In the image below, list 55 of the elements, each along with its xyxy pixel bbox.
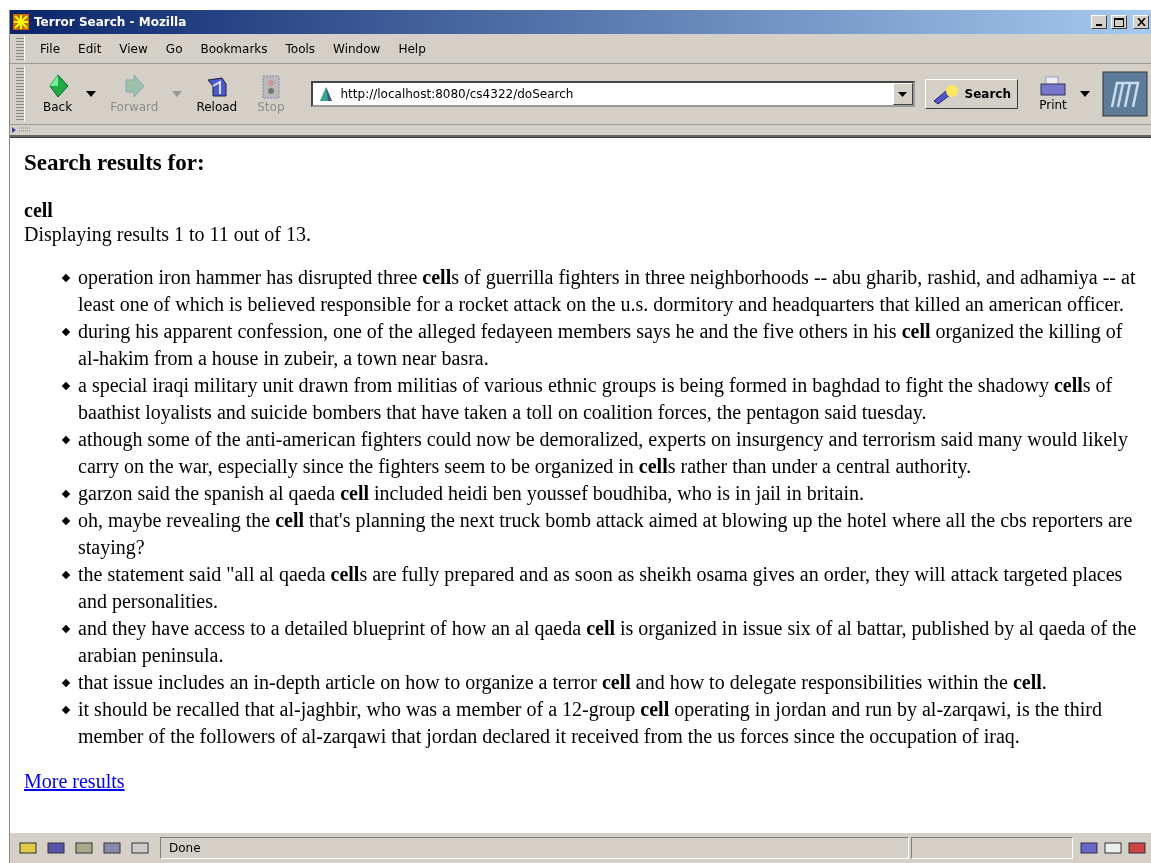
results-summary: Displaying results 1 to 11 out of 13. — [24, 222, 313, 246]
result-text: operation iron hammer has disrupted three cells of guerrilla fighters in three neighborhoods -- abu gharib, rashid, and adhamiya -- at least one of which is believed responsible for a rocket attack on the u.s. dormitory and headquarters that killed an american officer. — [78, 266, 1136, 315]
close-icon — [1136, 18, 1146, 26]
close-button[interactable] — [1133, 15, 1149, 29]
result-text: a special iraqi military unit drawn from militias of various ethnic groups is being formed in baghdad to fight the shadowy cells of baathist loyalists and suicide bombers that have taken a toll on coalition forces, the pentagon said tuesday. — [78, 374, 1113, 423]
reload-icon — [204, 74, 229, 100]
bullet-icon — [61, 705, 71, 715]
maximize-button[interactable] — [1111, 15, 1127, 29]
result-text: during his apparent confession, one of the alleged fedayeen members says he and the five others in his cell organized the killing of al-hakim from a house in zubeir, a town near basra. — [78, 320, 1123, 369]
caret-icon[interactable] — [1080, 91, 1090, 97]
more-results-link[interactable]: More results — [24, 770, 125, 792]
logo-icon[interactable] — [1102, 71, 1148, 117]
bullet-icon — [61, 327, 71, 337]
print-button[interactable]: Print — [1032, 75, 1074, 113]
bullet-icon — [61, 570, 71, 580]
bullet-icon — [61, 489, 71, 499]
menu-item[interactable]: Go — [156, 41, 192, 56]
menu-item[interactable]: View — [110, 41, 157, 56]
menu-item[interactable]: Help — [389, 41, 435, 56]
search-button[interactable]: Search — [924, 79, 1018, 109]
maximize-icon — [1114, 17, 1124, 27]
bullet-icon — [61, 381, 71, 391]
dropdown-icon[interactable] — [898, 91, 908, 97]
bullet-icon — [61, 273, 71, 283]
menu-item[interactable]: File — [31, 41, 70, 56]
menu-item[interactable]: Edit — [69, 41, 111, 56]
minimize-button[interactable] — [1091, 15, 1107, 29]
menu-item[interactable]: Tools — [276, 41, 325, 56]
printer-icon — [1038, 76, 1068, 98]
search-query: cell — [24, 198, 54, 222]
menu-item[interactable]: Window — [324, 41, 390, 56]
bullet-icon — [61, 624, 71, 634]
address-field[interactable]: http://localhost:8080/cs4322/doSearch — [310, 81, 915, 107]
toolbar-grip[interactable] — [16, 36, 25, 61]
results-heading: Search results for: — [24, 150, 206, 176]
bullet-icon — [61, 516, 71, 526]
result-text: oh, maybe revealing the cell that's planning the next truck bomb attack aimed at blowing up the hotel where all the cbs reporters are staying? — [78, 509, 1133, 558]
status-text: Done — [169, 841, 201, 855]
nav-button[interactable]: Reload — [188, 72, 246, 116]
bullet-icon — [61, 678, 71, 688]
caret-icon[interactable] — [86, 91, 97, 97]
result-text: garzon said the spanish al qaeda cell included heidi ben youssef boudhiba, who is in jail in britain. — [78, 482, 864, 504]
window-title: Terror Search - Mozilla — [34, 15, 188, 29]
result-text: the statement said "all al qaeda cells are fully prepared and as soon as sheikh osama gives an order, they will attack targeted places and personalities. — [78, 563, 1123, 612]
bullet-icon — [61, 435, 71, 445]
result-text: that issue includes an in-depth article on how to organize a terror cell and how to delegate responsibilities within the cell. — [78, 671, 1047, 693]
result-text: it should be recalled that al-jaghbir, who was a member of a 12-group cell operating in jordan and run by al-zarqawi, is the third member of the followers of al-zarqawi that jordan declared it received from the us forces since the occupation of iraq. — [78, 698, 1102, 747]
collapse-grip-icon[interactable] — [12, 127, 30, 133]
result-text: athough some of the anti-american fighters could now be demoralized, experts on insurgency and terrorism said many would likely carry on the war, especially since the fighters seem to be organized in cells rather than under a central authority. — [78, 428, 1128, 477]
forward-arrow-icon — [122, 74, 147, 100]
nav-button[interactable]: Back — [35, 72, 81, 116]
result-text: and they have access to a detailed blueprint of how an al qaeda cell is organized in issue six of al battar, published by al qaeda of the arabian peninsula. — [78, 617, 1137, 666]
toolbar-grip[interactable] — [16, 66, 25, 122]
menu-item[interactable]: Bookmarks — [191, 41, 277, 56]
app-icon — [12, 13, 30, 31]
